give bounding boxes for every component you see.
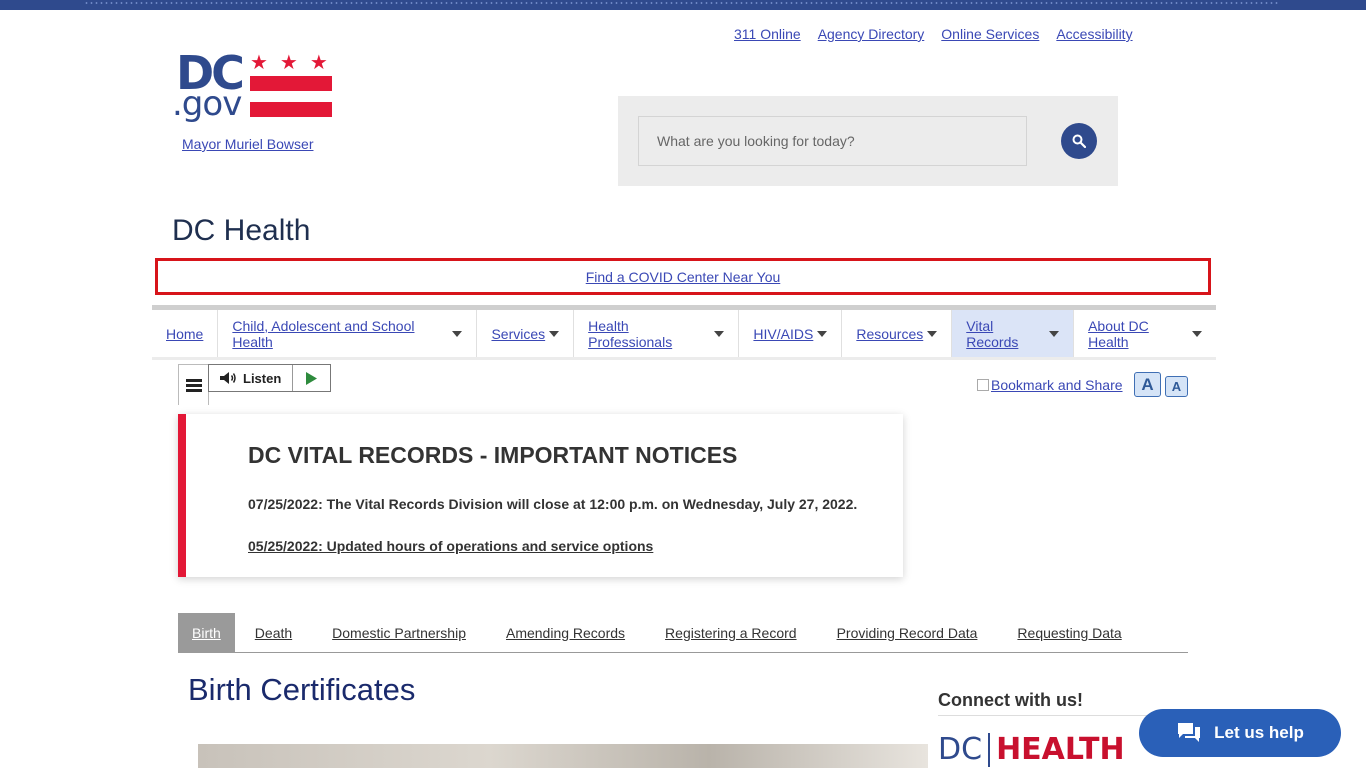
mayor-link[interactable]: Mayor Muriel Bowser xyxy=(182,136,313,152)
agency-title: DC Health xyxy=(172,214,311,247)
tab-link-registering-a-record[interactable]: Registering a Record xyxy=(665,625,797,641)
chat-icon xyxy=(1178,723,1201,742)
tab-link-birth[interactable]: Birth xyxy=(192,625,221,641)
connect-title: Connect with us! xyxy=(938,690,1083,710)
nav-link-hiv-aids[interactable]: HIV/AIDS xyxy=(753,326,813,342)
top-bar xyxy=(0,0,1366,10)
listen-label: Listen xyxy=(243,370,282,386)
record-tabs: Birth Death Domestic Partnership Amendin… xyxy=(178,612,1188,653)
tab-link-providing-record-data[interactable]: Providing Record Data xyxy=(837,625,978,641)
logo-flag-bar-top xyxy=(250,76,332,91)
utility-link-online-services[interactable]: Online Services xyxy=(941,26,1039,42)
tab-link-amending-records[interactable]: Amending Records xyxy=(506,625,625,641)
dcgov-logo[interactable]: DC .gov ★★★ xyxy=(172,46,334,128)
nav-link-services[interactable]: Services xyxy=(491,326,545,342)
nav-link-resources[interactable]: Resources xyxy=(856,326,923,342)
tab-registering-a-record[interactable]: Registering a Record xyxy=(645,613,817,653)
utility-link-agency-directory[interactable]: Agency Directory xyxy=(818,26,925,42)
search-button[interactable] xyxy=(1061,123,1097,159)
notice-hours-link[interactable]: 05/25/2022: Updated hours of operations … xyxy=(248,538,653,554)
listen-button[interactable]: Listen xyxy=(209,365,293,391)
chat-help-label: Let us help xyxy=(1214,723,1304,742)
page-heading: Birth Certificates xyxy=(188,672,416,707)
utility-link-311-online[interactable]: 311 Online xyxy=(734,26,801,42)
chat-help-button[interactable]: Let us help xyxy=(1139,709,1341,757)
logo-flag-bar-bottom xyxy=(250,102,332,117)
caret-down-icon[interactable] xyxy=(452,330,463,337)
dc-health-logo-health: HEALTH xyxy=(996,732,1125,767)
dc-health-logo: DC HEALTH xyxy=(938,733,1125,767)
nav-link-health-professionals[interactable]: Health Professionals xyxy=(588,318,710,350)
search-input[interactable] xyxy=(638,116,1027,166)
nav-item-health-professionals[interactable]: Health Professionals xyxy=(574,310,740,357)
tab-amending-records[interactable]: Amending Records xyxy=(486,613,645,653)
caret-down-icon[interactable] xyxy=(1049,330,1060,337)
covid-center-link[interactable]: Find a COVID Center Near You xyxy=(586,269,781,285)
tab-domestic-partnership[interactable]: Domestic Partnership xyxy=(312,613,486,653)
utility-link-accessibility[interactable]: Accessibility xyxy=(1056,26,1132,42)
font-increase-button[interactable]: A xyxy=(1134,372,1161,397)
notice-title: DC VITAL RECORDS - IMPORTANT NOTICES xyxy=(248,442,738,468)
nav-link-child-adolescent-school-health[interactable]: Child, Adolescent and School Health xyxy=(232,318,448,350)
play-button[interactable] xyxy=(293,371,330,385)
utility-nav: 311 Online Agency Directory Online Servi… xyxy=(734,26,1133,42)
tab-link-domestic-partnership[interactable]: Domestic Partnership xyxy=(332,625,466,641)
speaker-icon xyxy=(220,372,236,384)
broken-image-icon xyxy=(977,379,989,391)
caret-down-icon[interactable] xyxy=(549,330,560,337)
nav-link-vital-records[interactable]: Vital Records xyxy=(966,318,1045,350)
tab-providing-record-data[interactable]: Providing Record Data xyxy=(817,613,998,653)
hamburger-icon xyxy=(185,378,202,392)
nav-item-hiv-aids[interactable]: HIV/AIDS xyxy=(739,310,843,357)
font-decrease-button[interactable]: A xyxy=(1165,376,1188,397)
bookmark-share-link[interactable]: Bookmark and Share xyxy=(977,377,1123,393)
bookmark-share-label: Bookmark and Share xyxy=(991,377,1123,393)
logo-gov-text: .gov xyxy=(172,84,242,124)
dc-health-logo-dc: DC xyxy=(938,733,991,767)
play-icon xyxy=(306,371,317,385)
nav-item-home[interactable]: Home xyxy=(152,310,219,357)
tab-death[interactable]: Death xyxy=(235,613,312,653)
nav-item-services[interactable]: Services xyxy=(477,310,575,357)
listen-bar: Listen xyxy=(208,364,331,392)
top-bar-pattern xyxy=(84,2,1280,4)
nav-link-about-dc-health[interactable]: About DC Health xyxy=(1088,318,1188,350)
caret-down-icon[interactable] xyxy=(817,330,828,337)
readspeaker-menu-button[interactable] xyxy=(178,364,209,405)
tab-link-death[interactable]: Death xyxy=(255,625,292,641)
nav-item-child-adolescent-school-health[interactable]: Child, Adolescent and School Health xyxy=(218,310,478,357)
tab-birth[interactable]: Birth xyxy=(178,612,235,653)
nav-link-home[interactable]: Home xyxy=(166,326,203,342)
tab-link-requesting-data[interactable]: Requesting Data xyxy=(1017,625,1121,641)
search-panel xyxy=(618,96,1118,186)
important-notices: DC VITAL RECORDS - IMPORTANT NOTICES 07/… xyxy=(178,414,903,577)
caret-down-icon[interactable] xyxy=(927,330,938,337)
nav-item-vital-records[interactable]: Vital Records xyxy=(952,310,1075,357)
covid-banner: Find a COVID Center Near You xyxy=(155,258,1211,295)
caret-down-icon[interactable] xyxy=(714,330,725,337)
search-icon xyxy=(1072,134,1086,148)
caret-down-icon[interactable] xyxy=(1192,330,1202,337)
nav-item-about-dc-health[interactable]: About DC Health xyxy=(1074,310,1216,357)
birth-certificates-image xyxy=(198,744,928,768)
logo-stars: ★★★ xyxy=(250,52,340,74)
main-nav: Home Child, Adolescent and School Health… xyxy=(152,305,1216,360)
notice-closure-text: 07/25/2022: The Vital Records Division w… xyxy=(248,496,858,512)
tab-requesting-data[interactable]: Requesting Data xyxy=(997,613,1141,653)
nav-item-resources[interactable]: Resources xyxy=(842,310,953,357)
